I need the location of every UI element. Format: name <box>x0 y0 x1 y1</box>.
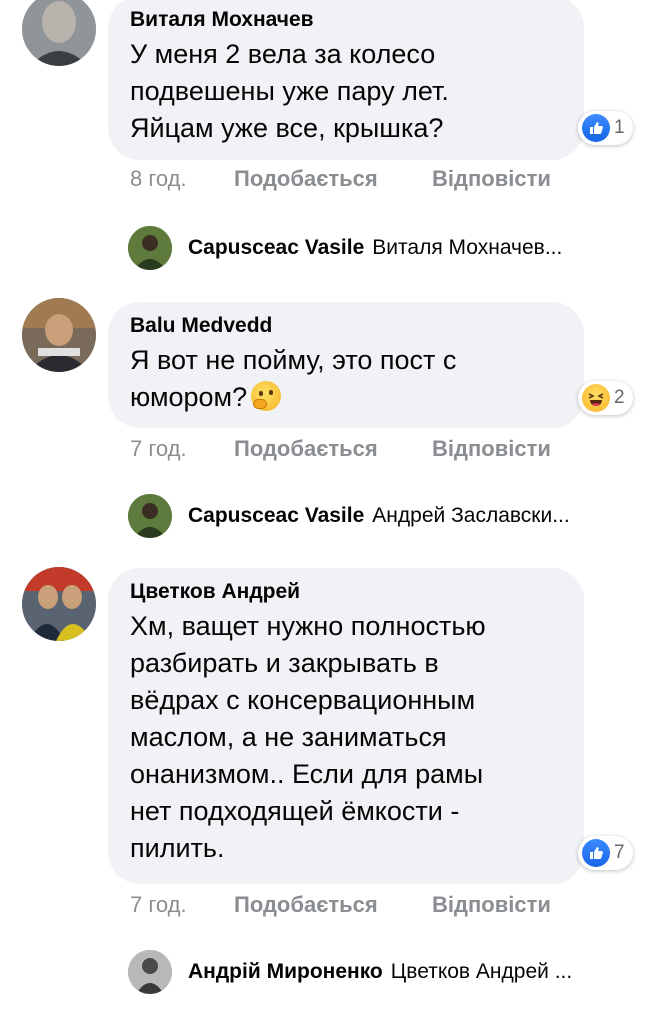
like-link[interactable]: Подобається <box>234 892 432 918</box>
reply-avatar <box>128 950 172 994</box>
reaction-badge[interactable]: 2 <box>578 381 633 415</box>
reply-author[interactable]: Capusceac Vasile <box>188 236 364 260</box>
reaction-count: 2 <box>614 387 625 408</box>
thinking-face-emoji <box>251 381 282 411</box>
reply-link[interactable]: Відповісти <box>432 892 551 918</box>
comment-actions: 7 год. Подобається Відповісти <box>130 436 551 462</box>
comment-bubble: Виталя Мохначев У меня 2 вела за колесо … <box>108 0 584 160</box>
reply-text-preview: Цветков Андрей ... <box>390 960 573 983</box>
comment-actions: 8 год. Подобається Відповісти <box>130 166 551 192</box>
reply-text-preview: Виталя Мохначев... <box>372 236 563 259</box>
reaction-count: 7 <box>614 842 625 863</box>
reply-preview-row[interactable]: Андрій Мироненко Цветков Андрей ... <box>128 950 572 994</box>
reaction-badge[interactable]: 7 <box>578 836 633 870</box>
reply-link[interactable]: Відповісти <box>432 436 551 462</box>
comment-bubble: Balu Medvedd Я вот не пойму, это пост с … <box>108 302 584 428</box>
reply-author[interactable]: Андрій Мироненко <box>188 960 383 984</box>
like-icon <box>582 114 610 142</box>
reaction-count: 1 <box>614 117 625 138</box>
haha-icon <box>582 384 610 412</box>
reply-author[interactable]: Capusceac Vasile <box>188 504 364 528</box>
comment-text: У меня 2 вела за колесо подвешены уже па… <box>130 39 449 143</box>
like-link[interactable]: Подобається <box>234 166 432 192</box>
comment-time[interactable]: 8 год. <box>130 166 234 192</box>
comment-time[interactable]: 7 год. <box>130 436 234 462</box>
comment-author[interactable]: Виталя Мохначев <box>130 6 558 34</box>
comment-text: Я вот не пойму, это пост с юмором? <box>130 342 558 416</box>
reaction-badge[interactable]: 1 <box>578 111 633 145</box>
comment-text: Хм, ващет нужно полностью разбирать и за… <box>130 611 486 863</box>
comment-actions: 7 год. Подобається Відповісти <box>130 892 551 918</box>
commenter-avatar[interactable] <box>22 567 96 641</box>
commenter-avatar[interactable] <box>22 298 96 372</box>
reply-preview-row[interactable]: Capusceac Vasile Андрей Заславски... <box>128 494 570 538</box>
commenter-avatar[interactable] <box>22 0 96 66</box>
like-link[interactable]: Подобається <box>234 436 432 462</box>
reply-link[interactable]: Відповісти <box>432 166 551 192</box>
reply-preview-row[interactable]: Capusceac Vasile Виталя Мохначев... <box>128 226 562 270</box>
comment-bubble: Цветков Андрей Хм, ващет нужно полностью… <box>108 568 584 884</box>
reply-avatar <box>128 226 172 270</box>
like-icon <box>582 839 610 867</box>
comment-text-body: Я вот не пойму, это пост с юмором? <box>130 345 457 412</box>
reply-avatar <box>128 494 172 538</box>
comment-time[interactable]: 7 год. <box>130 892 234 918</box>
reply-text-preview: Андрей Заславски... <box>372 504 570 527</box>
comment-author[interactable]: Цветков Андрей <box>130 578 558 606</box>
comment-author[interactable]: Balu Medvedd <box>130 312 558 340</box>
